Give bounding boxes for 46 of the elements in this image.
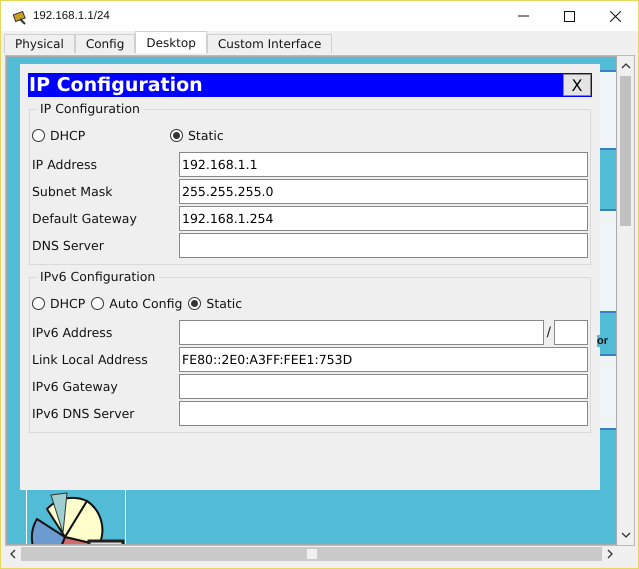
radio-button[interactable] <box>170 128 183 142</box>
prefix-field[interactable] <box>554 320 588 345</box>
field-label: Default Gateway <box>32 211 138 226</box>
group-title: IPv6 Configuration <box>36 269 160 284</box>
input-field[interactable]: 255.255.255.0 <box>179 179 588 204</box>
field-label: Link Local Address <box>32 352 149 367</box>
input-field[interactable] <box>179 401 588 426</box>
radio-label[interactable]: Auto Config <box>109 296 182 310</box>
close-icon <box>610 10 620 22</box>
field-label: IPv6 Address <box>32 325 114 340</box>
radio-label[interactable]: Static <box>188 128 224 142</box>
maximize-icon <box>564 10 574 22</box>
tab[interactable]: Desktop <box>135 31 207 53</box>
field-label: IP Address <box>32 157 98 172</box>
input-field[interactable] <box>179 320 544 345</box>
radio-button[interactable] <box>188 296 202 310</box>
tab[interactable]: Custom Interface <box>206 34 332 53</box>
field-label: IPv6 DNS Server <box>32 406 136 421</box>
scroll-left-icon <box>9 549 17 559</box>
radio-button[interactable] <box>91 296 104 310</box>
input-field[interactable]: FE80::2E0:A3FF:FEE1:753D <box>179 347 588 372</box>
radio-label[interactable]: DHCP <box>50 128 86 142</box>
scroll-right-icon <box>606 549 614 559</box>
close-button[interactable]: X <box>563 74 591 96</box>
scroll-thumb[interactable] <box>620 76 631 226</box>
tab[interactable]: Config <box>74 34 136 53</box>
scroll-down-icon <box>620 531 630 539</box>
window-title: 192.168.1.1/24 <box>33 10 110 22</box>
radio-label[interactable]: DHCP <box>50 296 86 310</box>
field-label: Subnet Mask <box>32 184 114 199</box>
app-label: or <box>597 335 608 347</box>
group-title: IP Configuration <box>36 101 144 116</box>
radio-button[interactable] <box>32 128 45 142</box>
dialog-title: IP Configuration <box>29 74 203 96</box>
separator-label: / <box>546 325 551 340</box>
radio-button[interactable] <box>32 296 45 310</box>
scroll-thumb[interactable] <box>306 549 316 559</box>
field-label: DNS Server <box>32 238 105 253</box>
scroll-up-icon <box>620 62 630 70</box>
field-label: IPv6 Gateway <box>32 379 119 394</box>
input-field[interactable]: 192.168.1.1 <box>179 152 588 177</box>
input-field[interactable] <box>179 233 588 258</box>
radio-label[interactable]: Static <box>206 296 242 310</box>
tab[interactable]: Physical <box>4 34 75 53</box>
input-field[interactable]: 192.168.1.254 <box>179 206 588 231</box>
input-field[interactable] <box>179 374 588 399</box>
